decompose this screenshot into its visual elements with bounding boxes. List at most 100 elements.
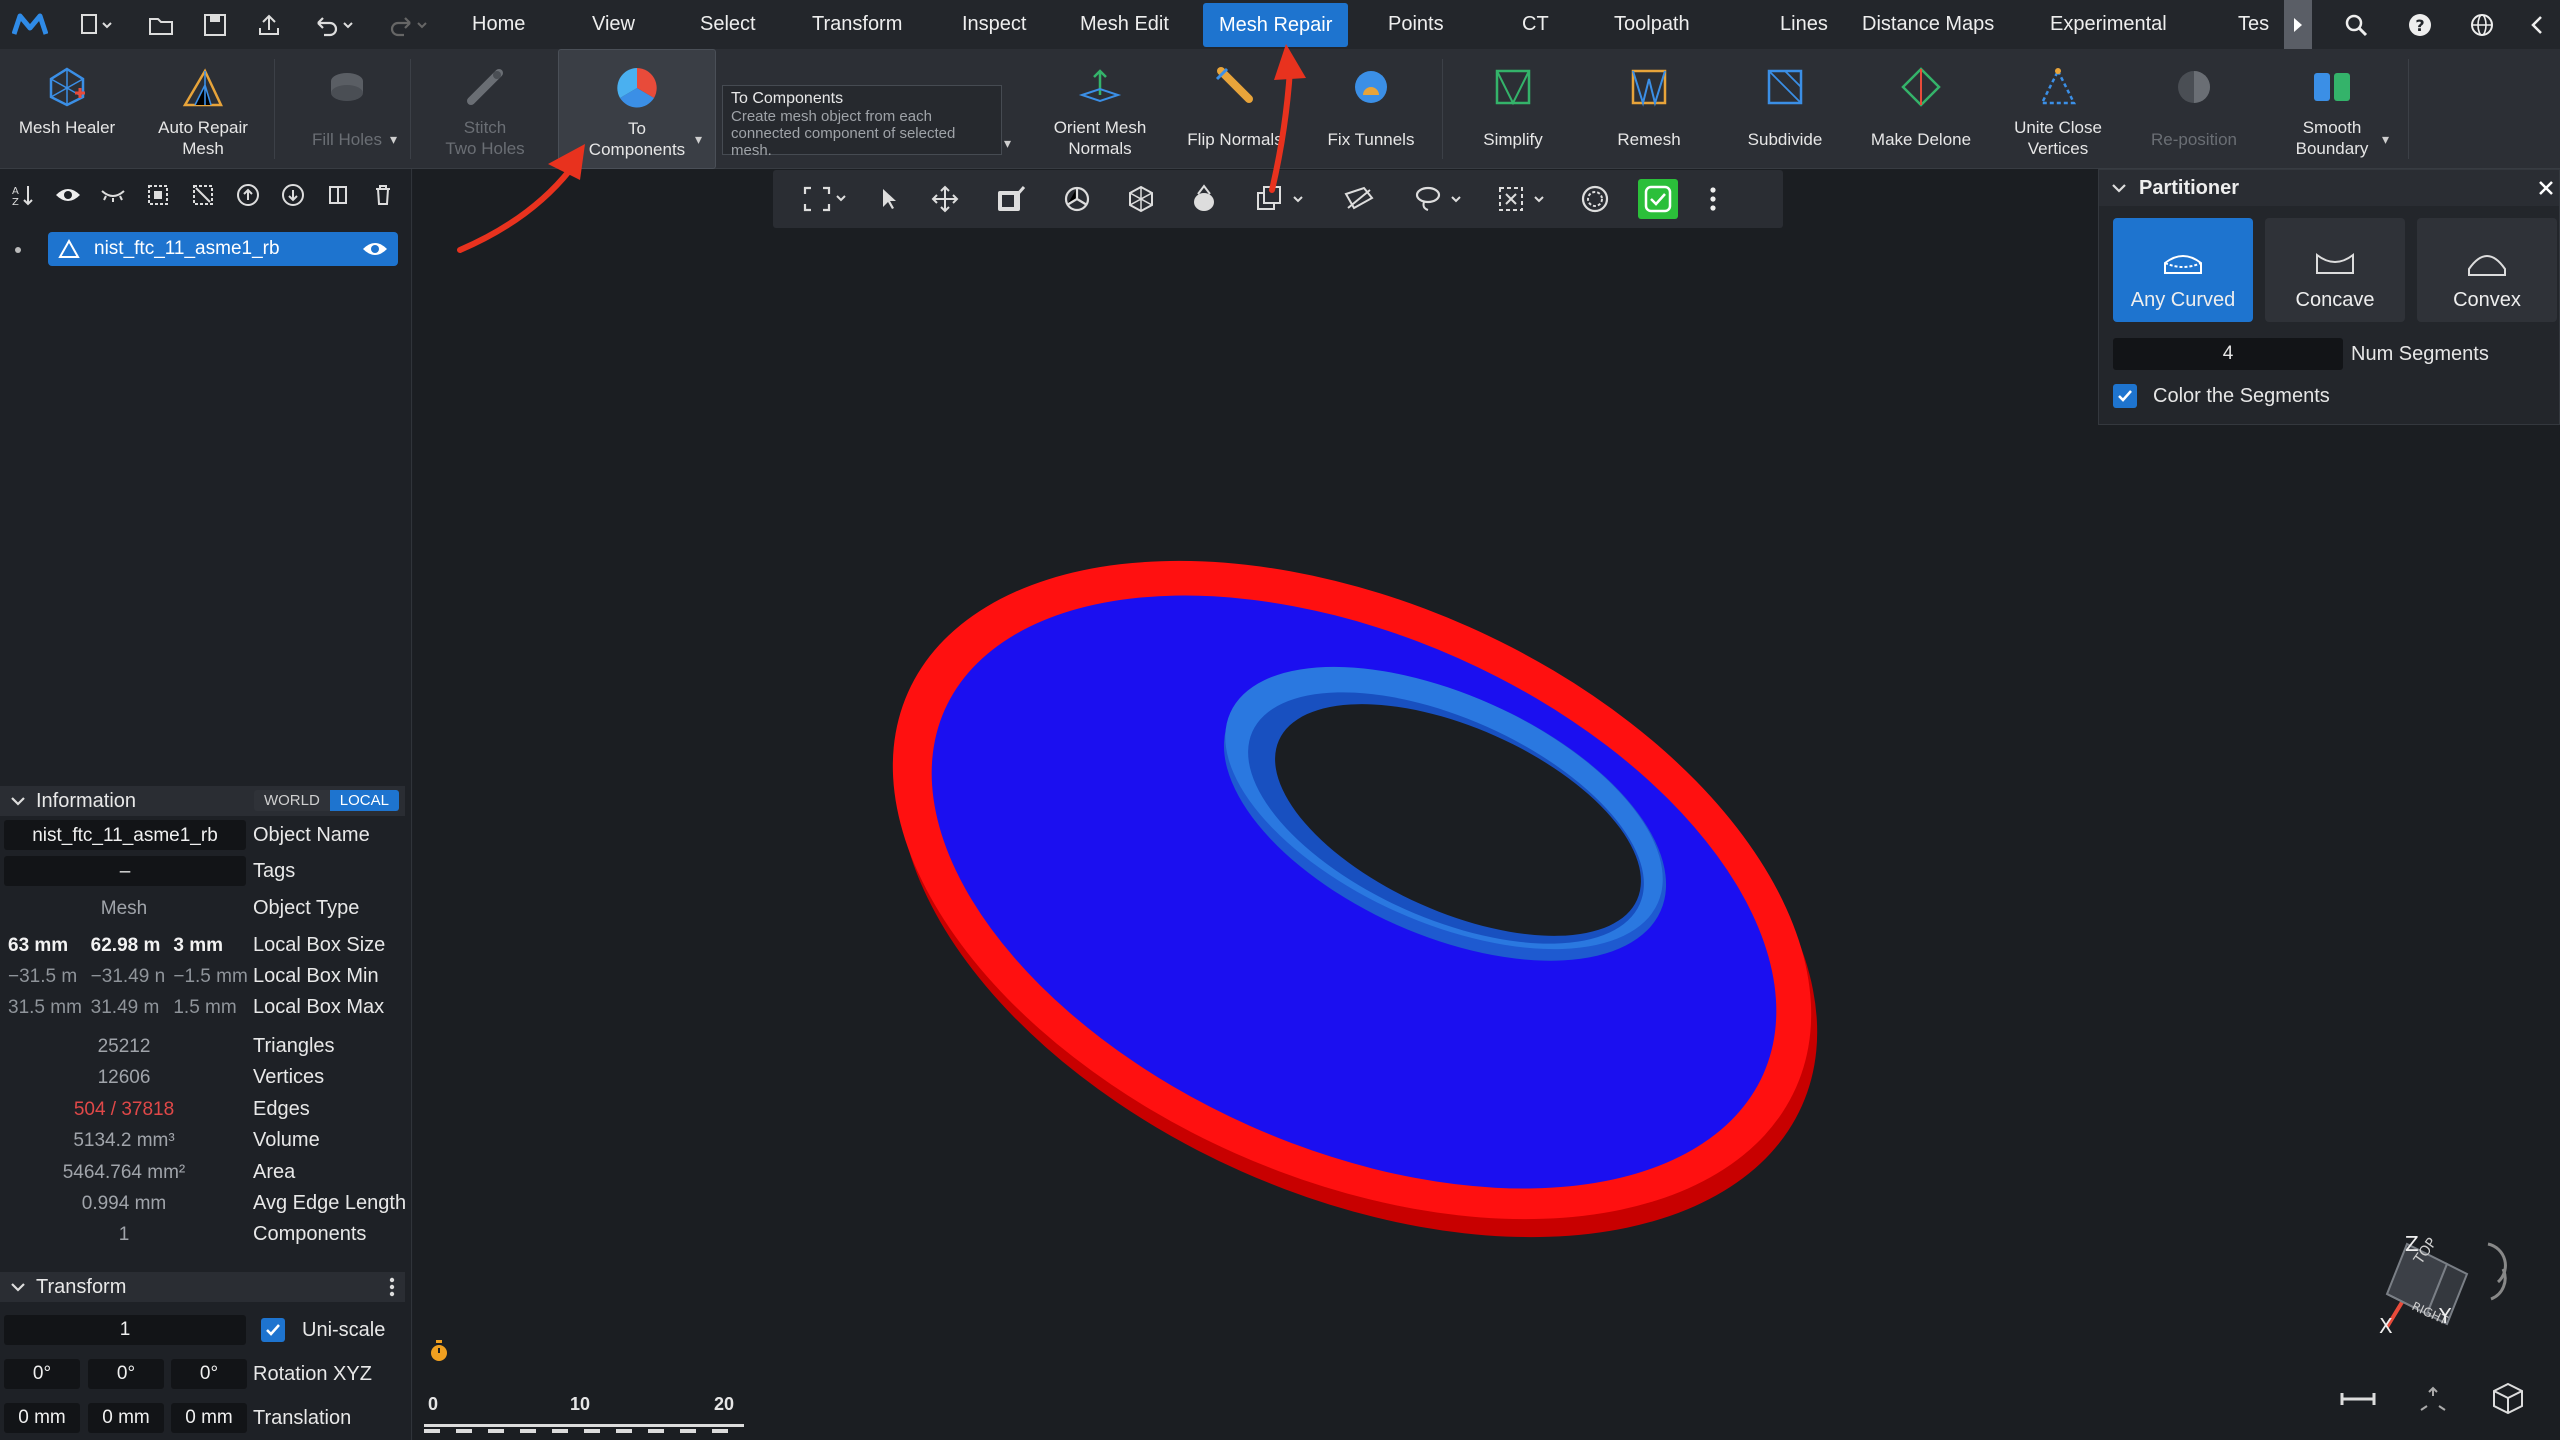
uniscale-checkbox[interactable] (261, 1318, 285, 1342)
tags-field[interactable]: – (4, 856, 246, 886)
concave-button[interactable]: Concave (2265, 218, 2405, 322)
menu-mesh-edit[interactable]: Mesh Edit (1064, 0, 1185, 49)
ruler-icon[interactable] (2340, 1389, 2376, 1409)
menu-tes[interactable]: Tes (2222, 0, 2280, 49)
hide-icon[interactable] (90, 169, 135, 221)
smooth-boundary-icon (2308, 63, 2356, 111)
fit-view-icon[interactable] (2415, 1384, 2451, 1414)
remesh-button[interactable]: Remesh (1590, 49, 1708, 169)
search-icon[interactable] (2336, 0, 2376, 49)
menu-distance-maps[interactable]: Distance Maps (1846, 0, 2010, 49)
scene-tree-item[interactable]: nist_ftc_11_asme1_rb (48, 232, 398, 266)
info-avg-edge-length: 0.994 mm Avg Edge Length (81, 1192, 407, 1214)
lasso-select-icon[interactable] (1403, 170, 1477, 228)
collapse-ribbon-icon[interactable] (2520, 0, 2554, 49)
axis-z-label: Z (2405, 1232, 2419, 1256)
mesh-select-icon[interactable] (1183, 170, 1227, 228)
move-icon[interactable] (923, 170, 967, 228)
show-icon[interactable] (45, 169, 90, 221)
information-header[interactable]: Information WORLD LOCAL (0, 786, 405, 816)
rotation-z-input[interactable]: 0° (171, 1359, 247, 1389)
new-file-icon[interactable] (72, 0, 120, 49)
ribbon-hidden-dropdown-icon[interactable]: ▾ (1004, 135, 1011, 152)
visibility-eye-icon[interactable] (362, 240, 388, 258)
num-segments-input[interactable]: 4 (2113, 338, 2343, 370)
rotation-x-input[interactable]: 0° (4, 1359, 80, 1389)
brush-select-icon[interactable] (989, 170, 1033, 228)
menu-inspect[interactable]: Inspect (946, 0, 1042, 49)
move-up-icon[interactable] (225, 169, 270, 221)
tree-bullet (15, 247, 21, 253)
rotation-y-input[interactable]: 0° (88, 1359, 164, 1389)
language-globe-icon[interactable] (2462, 0, 2502, 49)
fill-holes-dropdown-icon[interactable]: ▾ (390, 131, 397, 148)
any-curved-button[interactable]: Any Curved (2113, 218, 2253, 322)
menu-points[interactable]: Points (1372, 0, 1460, 49)
rotate-view-icon[interactable] (1055, 170, 1099, 228)
box-select-icon[interactable] (1487, 170, 1559, 228)
menu-select[interactable]: Select (684, 0, 772, 49)
confirm-selection-button[interactable] (1633, 170, 1683, 228)
save-icon[interactable] (196, 0, 234, 49)
translation-y-input[interactable]: 0 mm (88, 1403, 164, 1433)
menu-scroll-icon[interactable] (2284, 0, 2312, 49)
smooth-boundary-dropdown-icon[interactable]: ▾ (2382, 131, 2389, 148)
pivot-icon[interactable] (1119, 170, 1163, 228)
projection-cube-icon[interactable] (2491, 1381, 2525, 1415)
partitioner-header[interactable]: Partitioner (2099, 170, 2559, 206)
orientation-cube-icon[interactable]: TOP RIGHT Z X Y (2313, 1139, 2533, 1339)
unite-close-vertices-button[interactable]: Unite Close Vertices (1996, 49, 2120, 169)
menu-ct[interactable]: CT (1506, 0, 1565, 49)
transform-header[interactable]: Transform (0, 1272, 405, 1302)
timer-icon[interactable] (428, 1339, 450, 1363)
coordinate-space-toggle[interactable]: WORLD LOCAL (253, 790, 399, 811)
object-name-field[interactable]: nist_ftc_11_asme1_rb (4, 820, 246, 850)
move-down-icon[interactable] (270, 169, 315, 221)
translation-x-input[interactable]: 0 mm (4, 1403, 80, 1433)
make-delone-button[interactable]: Make Delone (1862, 49, 1980, 169)
info-object-name: nist_ftc_11_asme1_rb Object Name (0, 820, 410, 851)
auto-repair-mesh-button[interactable]: Auto Repair Mesh (142, 49, 264, 169)
menu-toolpath[interactable]: Toolpath (1598, 0, 1706, 49)
color-segments-checkbox[interactable] (2113, 384, 2137, 408)
deselect-icon[interactable] (180, 169, 225, 221)
close-icon[interactable] (2537, 179, 2555, 197)
select-all-icon[interactable] (135, 169, 180, 221)
world-toggle[interactable]: WORLD (253, 790, 330, 811)
simplify-button[interactable]: Simplify (1454, 49, 1572, 169)
menu-lines[interactable]: Lines (1764, 0, 1844, 49)
delete-icon[interactable] (360, 169, 405, 221)
menu-experimental[interactable]: Experimental (2034, 0, 2183, 49)
info-edges: 504 / 37818 Edges (73, 1098, 310, 1120)
filter-icon[interactable] (1573, 170, 1617, 228)
orient-mesh-normals-button[interactable]: Orient Mesh Normals (1040, 49, 1160, 169)
redo-icon[interactable] (380, 0, 436, 49)
fill-holes-button[interactable]: Fill Holes (292, 49, 402, 169)
translation-z-input[interactable]: 0 mm (171, 1403, 247, 1433)
subdivide-button[interactable]: Subdivide (1726, 49, 1844, 169)
transform-scale-row: 1 Uni-scale (0, 1313, 410, 1347)
undo-icon[interactable] (306, 0, 362, 49)
menu-view[interactable]: View (576, 0, 651, 49)
more-tools-icon[interactable] (1693, 170, 1733, 228)
select-cursor-icon[interactable] (867, 170, 911, 228)
ribbon-separator (274, 59, 275, 159)
menu-transform[interactable]: Transform (796, 0, 918, 49)
fit-selection-icon[interactable] (793, 170, 857, 228)
split-panel-icon[interactable] (315, 169, 360, 221)
scale-input[interactable]: 1 (4, 1315, 246, 1345)
more-options-icon[interactable] (389, 1277, 395, 1297)
to-components-dropdown-icon[interactable]: ▾ (695, 131, 702, 148)
export-icon[interactable] (250, 0, 288, 49)
sort-az-icon[interactable]: AZ (0, 169, 45, 221)
app-logo-icon[interactable] (8, 0, 52, 49)
convex-button[interactable]: Convex (2417, 218, 2557, 322)
mesh-healer-button[interactable]: Mesh Healer (6, 49, 128, 169)
menu-home[interactable]: Home (456, 0, 541, 49)
help-icon[interactable]: ? (2400, 0, 2440, 49)
open-folder-icon[interactable] (142, 0, 180, 49)
smooth-boundary-button[interactable]: Smooth Boundary (2270, 49, 2394, 169)
reposition-button[interactable]: Re-position (2134, 49, 2254, 169)
local-toggle[interactable]: LOCAL (329, 790, 399, 811)
convex-icon (2468, 255, 2506, 276)
